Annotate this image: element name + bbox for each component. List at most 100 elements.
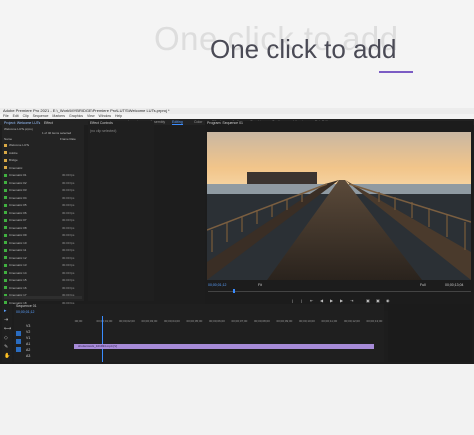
track-header-label[interactable]: V1 (26, 336, 30, 340)
project-item[interactable]: Cinematic 06 30.00 fps (4, 211, 84, 215)
mark-out-icon[interactable]: | (301, 298, 302, 303)
project-item[interactable]: Bridge (4, 158, 84, 162)
timeline-clip[interactable]: shutterstock_101934.mp4 [V] (74, 344, 374, 349)
ruler-tick-label: 00;00;11;00 (321, 319, 338, 323)
ruler-tick-label: 00;00;12;00 (344, 319, 360, 323)
tab-effect-controls[interactable]: Effect Controls (88, 121, 113, 126)
project-item[interactable]: Cinematic (4, 166, 84, 170)
column-frame-rate[interactable]: Frame Rate (60, 137, 84, 141)
ripple-edit-icon[interactable]: ⟷ (4, 326, 11, 332)
project-item-name: Cinematic 10 (9, 240, 27, 245)
project-item-rate: 30.00 fps (62, 233, 75, 237)
folder-icon (4, 158, 7, 162)
menu-view[interactable]: View (87, 114, 95, 118)
project-item[interactable]: Cinematic 07 30.00 fps (4, 218, 84, 222)
project-item[interactable]: Cinematic 08 30.00 fps (4, 226, 84, 230)
project-item-name: Cinematic (9, 165, 23, 170)
track-header-label[interactable]: A3 (26, 354, 30, 358)
go-to-out-icon[interactable]: ⇥ (350, 298, 353, 303)
project-item[interactable]: Cinematic 12 30.00 fps (4, 256, 84, 260)
go-to-in-icon[interactable]: ⇤ (310, 298, 313, 303)
menu-sequence[interactable]: Sequence (33, 114, 49, 118)
folder-icon (4, 143, 7, 147)
track-header-label[interactable]: A1 (26, 342, 30, 346)
razor-icon[interactable]: ◇ (4, 335, 8, 341)
extract-icon[interactable]: ▣ (376, 298, 380, 303)
menu-help[interactable]: Help (115, 114, 122, 118)
clip-icon (4, 286, 7, 290)
step-back-icon[interactable]: ◀ (320, 298, 323, 303)
mark-in-icon[interactable]: | (292, 298, 293, 303)
selection-tool-icon[interactable]: ▸ (4, 308, 7, 314)
menu-window[interactable]: Window (99, 114, 111, 118)
project-item-name: Cinematic 08 (9, 225, 27, 230)
menu-markers[interactable]: Markers (52, 114, 65, 118)
playhead[interactable] (233, 289, 235, 293)
quality-dropdown[interactable]: Full (420, 283, 426, 287)
project-item-rate: 30.00 fps (62, 210, 75, 215)
track-header-label[interactable]: A2 (26, 348, 30, 352)
playback-scrubber[interactable] (208, 291, 471, 292)
clip-icon (4, 226, 7, 230)
project-item[interactable]: Welcome LUTs (4, 143, 84, 147)
project-item[interactable]: Cinematic 09 30.00 fps (4, 233, 84, 237)
workspace-editing[interactable]: Editing (172, 119, 183, 125)
ruler-tick-label: 00;00;05;00 (186, 319, 203, 323)
audio-meters (388, 304, 472, 362)
project-item[interactable]: Cinematic 16 30.00 fps (4, 286, 84, 290)
track-a1-target[interactable] (16, 339, 21, 344)
ruler-tick-label: 00;00;04;00 (164, 319, 180, 323)
pen-icon[interactable]: ✎ (4, 344, 8, 350)
program-timecode[interactable]: 00;00;01;12 (208, 283, 227, 287)
menu-graphics[interactable]: Graphics (69, 114, 83, 118)
program-duration: 00;00;13;04 (445, 283, 464, 287)
project-item[interactable]: Cinematic 10 30.00 fps (4, 241, 84, 245)
timeline-timecode[interactable]: 00;00;01;12 (14, 310, 35, 315)
menu-edit[interactable]: Edit (13, 114, 19, 118)
track-header-label[interactable]: V3 (26, 324, 30, 328)
menu-clip[interactable]: Clip (23, 114, 29, 118)
project-item-rate: 30.00 fps (62, 255, 75, 260)
workspace-color[interactable]: Color (194, 119, 202, 125)
project-item[interactable]: Cinematic 04 30.00 fps (4, 196, 84, 200)
hand-icon[interactable]: ✋ (4, 353, 10, 359)
clip-icon (4, 196, 7, 200)
clip-icon (4, 181, 7, 185)
project-item-name: Welcome LUTs (9, 143, 30, 147)
track-v1-target[interactable] (16, 331, 21, 336)
play-icon[interactable]: ▶ (330, 298, 333, 303)
project-item[interactable]: Cinematic 11 30.00 fps (4, 248, 84, 252)
step-forward-icon[interactable]: ▶ (340, 298, 343, 303)
project-item-rate: 30.00 fps (62, 263, 75, 267)
tab-sequence[interactable]: Sequence 01 (14, 304, 37, 309)
project-item[interactable]: Cinematic 05 30.00 fps (4, 203, 84, 207)
lift-icon[interactable]: ▣ (366, 298, 370, 303)
project-item-name: Cinematic 12 (9, 255, 27, 260)
video-frame (207, 132, 471, 280)
tab-effect[interactable]: Effect (42, 121, 53, 126)
ruler-tick-label: 00;00;01;00 (96, 319, 113, 323)
project-item[interactable]: Cinematic 01 30.00 fps (4, 173, 84, 177)
project-item[interactable]: Cinematic 02 30.00 fps (4, 181, 84, 185)
project-item-rate: 30.00 fps (62, 203, 75, 207)
tab-project[interactable]: Project: Welcome LUTs (2, 121, 40, 126)
track-select-icon[interactable]: ⇥ (4, 317, 8, 323)
ruler-tick-label: 00;00;02;00 (119, 319, 135, 323)
project-item-name: Cinematic 02 (9, 180, 27, 185)
fit-dropdown[interactable]: Fit (258, 283, 262, 287)
tab-program[interactable]: Program: Sequence 01 (205, 121, 243, 126)
menu-file[interactable]: File (3, 114, 9, 118)
project-item[interactable]: Cinematic 13 30.00 fps (4, 263, 84, 267)
clip-icon (4, 173, 7, 177)
project-item[interactable]: Cinematic 03 30.00 fps (4, 188, 84, 192)
track-a2-target[interactable] (16, 347, 21, 352)
project-item-name: Cinematic 14 (9, 270, 27, 275)
timeline-playhead[interactable] (102, 316, 103, 362)
project-item[interactable]: Adobe (4, 151, 84, 155)
track-header-label[interactable]: V2 (26, 330, 30, 334)
export-frame-icon[interactable]: ◉ (386, 298, 390, 303)
project-item-name: Adobe (9, 150, 18, 155)
clip-icon (4, 241, 7, 245)
project-item[interactable]: Cinematic 15 30.00 fps (4, 278, 84, 282)
project-item[interactable]: Cinematic 14 30.00 fps (4, 271, 84, 275)
